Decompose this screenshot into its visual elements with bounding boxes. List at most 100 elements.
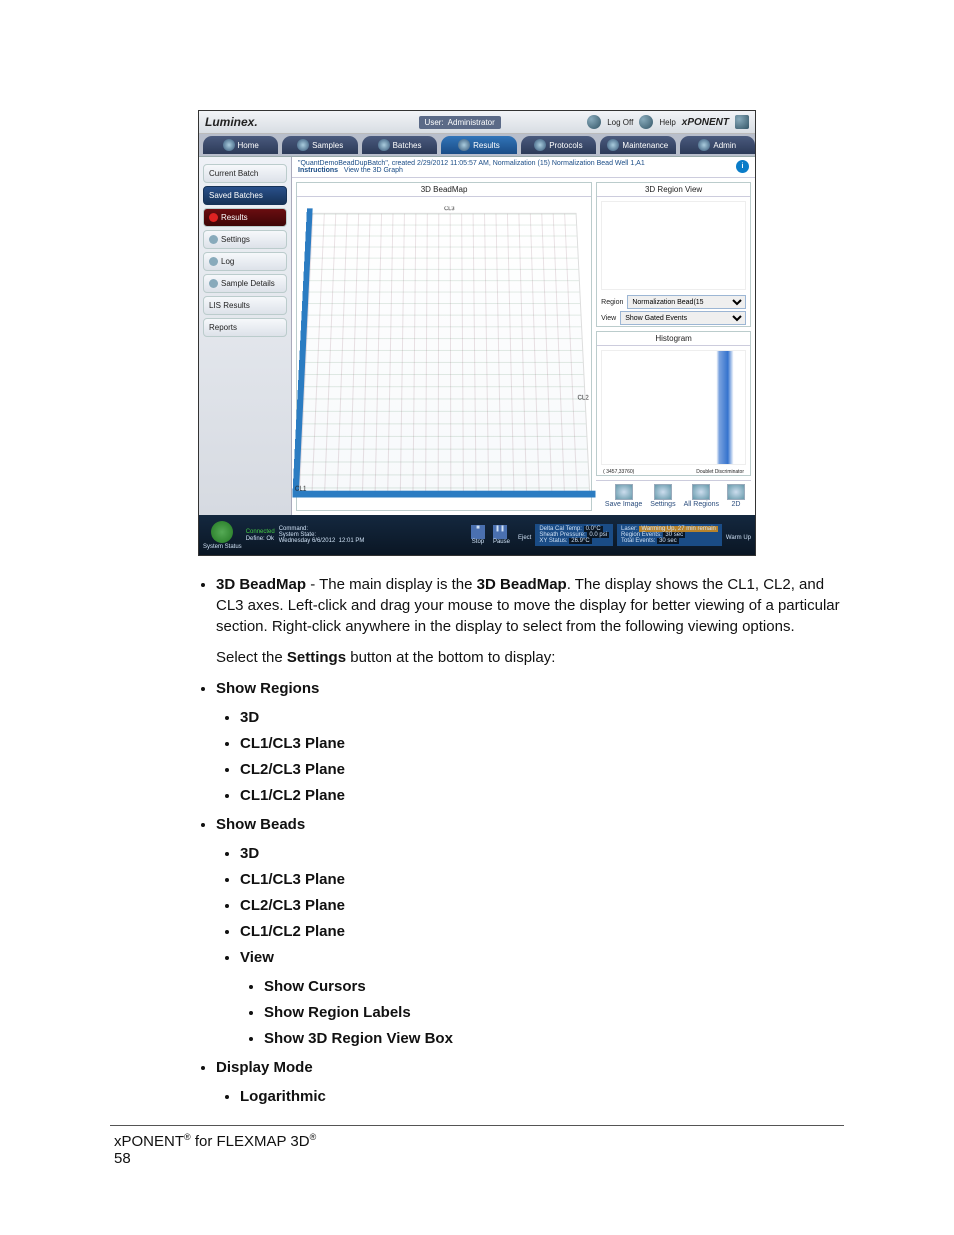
list-item: Show Regions 3D CL1/CL3 Plane CL2/CL3 Pl… (216, 678, 844, 806)
text: Show Beads (216, 816, 305, 833)
text: 3D (240, 845, 259, 862)
save-image-button[interactable]: Save Image (605, 484, 642, 508)
sidebar-item-label: Settings (221, 235, 250, 244)
sidebar-item-label: LIS Results (209, 301, 250, 310)
axis-label-cl1: CL1 (295, 486, 307, 493)
page-number: 58 (114, 1150, 131, 1167)
sidebar-item-label: Reports (209, 323, 237, 332)
region-select[interactable]: Normalization Bead(15 (627, 295, 746, 309)
tab-samples[interactable]: Samples (282, 136, 357, 154)
user-badge: User: Administrator (419, 116, 501, 129)
text: Show Regions (216, 680, 319, 697)
info-icon[interactable]: i (736, 160, 749, 173)
text: Show Region Labels (264, 1004, 411, 1021)
sidebar-item-label: Current Batch (209, 169, 258, 178)
histogram-graph[interactable] (601, 350, 746, 465)
sidebar-item-lis-results[interactable]: LIS Results (203, 296, 287, 315)
text: Display Mode (216, 1059, 313, 1076)
settings-button[interactable]: Settings (650, 484, 675, 508)
sidebar-item-saved-batches[interactable]: Saved Batches (203, 186, 287, 205)
stop-icon[interactable]: ■ (471, 525, 485, 539)
help-icon[interactable] (639, 115, 653, 129)
pause-icon[interactable]: ❚❚ (493, 525, 507, 539)
grid-icon (692, 484, 710, 500)
3d-beadmap-graph[interactable]: CL3 CL1 CL2 (298, 213, 590, 492)
text: CL1/CL2 Plane (240, 787, 345, 804)
samples-icon (297, 139, 309, 151)
help-button[interactable]: Help (659, 118, 675, 127)
text: Logarithmic (240, 1088, 326, 1105)
view-label: View (601, 315, 616, 322)
footer-product-1: xPONENT (114, 1133, 184, 1150)
view-select[interactable]: Show Gated Events (620, 311, 746, 325)
tab-batches[interactable]: Batches (362, 136, 437, 154)
sidebar-item-sample-details[interactable]: Sample Details (203, 274, 287, 293)
all-regions-button[interactable]: All Regions (684, 484, 719, 508)
sidebar-item-settings[interactable]: Settings (203, 230, 287, 249)
text: CL2/CL3 Plane (240, 761, 345, 778)
list-item: CL1/CL2 Plane (240, 785, 844, 806)
window-header: Luminex. User: Administrator Log Off Hel… (199, 111, 755, 134)
time-text: 12:01 PM (339, 538, 365, 544)
protocols-icon (534, 139, 546, 151)
maintenance-icon (607, 139, 619, 151)
sidebar-item-label: Saved Batches (209, 191, 263, 200)
sidebar-item-results[interactable]: Results (203, 208, 287, 227)
list-item: 3D (240, 707, 844, 728)
save-icon (615, 484, 633, 500)
stat-value: 30 sec (657, 538, 679, 544)
text: View (240, 949, 274, 966)
sidebar-item-log[interactable]: Log (203, 252, 287, 271)
list-item: CL2/CL3 Plane (240, 759, 844, 780)
batches-icon (378, 139, 390, 151)
sidebar-item-current-batch[interactable]: Current Batch (203, 164, 287, 183)
panel-title: 3D BeadMap (297, 183, 591, 197)
document-body: 3D BeadMap - The main display is the 3D … (110, 574, 844, 1107)
xponent-brand: xPONENT (682, 117, 729, 128)
reg-mark: ® (310, 1132, 317, 1142)
histogram-panel: Histogram ( 3457,33760) Doublet Discrimi… (596, 331, 751, 476)
text: Select the (216, 649, 287, 666)
nav-label: Protocols (549, 141, 582, 150)
text: - The main display is the (306, 576, 477, 593)
nav-label: Samples (312, 141, 343, 150)
tab-maintenance[interactable]: Maintenance (600, 136, 675, 154)
define-label: Define: Ok (246, 536, 275, 542)
paragraph: Select the Settings button at the bottom… (216, 647, 844, 668)
window-control-icon[interactable] (735, 115, 749, 129)
logoff-button[interactable]: Log Off (607, 118, 633, 127)
main-nav: Home Samples Batches Results Protocols M… (199, 134, 755, 157)
tab-protocols[interactable]: Protocols (521, 136, 596, 154)
tab-home[interactable]: Home (203, 136, 278, 154)
text: Show 3D Region View Box (264, 1030, 453, 1047)
dot-icon (209, 279, 218, 288)
date-text: Wednesday 6/6/2012 (279, 538, 336, 544)
admin-icon (698, 139, 710, 151)
connected-label: Connected (246, 529, 275, 535)
sidebar-item-reports[interactable]: Reports (203, 318, 287, 337)
nav-label: Maintenance (622, 141, 668, 150)
sidebar-item-label: Results (221, 213, 248, 222)
sidebar-item-label: Log (221, 257, 234, 266)
2d-button[interactable]: 2D (727, 484, 745, 508)
bold-term: 3D BeadMap (216, 576, 306, 593)
tab-results[interactable]: Results (441, 136, 516, 154)
tab-admin[interactable]: Admin (680, 136, 755, 154)
list-item: CL1/CL3 Plane (240, 733, 844, 754)
reg-mark: ® (184, 1132, 191, 1142)
luminex-logo: Luminex. (205, 115, 258, 129)
toolbar-label: Save Image (605, 501, 642, 508)
logoff-icon[interactable] (587, 115, 601, 129)
region-view-panel: 3D Region View Region Normalization Bead… (596, 182, 751, 327)
software-screenshot: Luminex. User: Administrator Log Off Hel… (198, 110, 756, 556)
nav-label: Results (473, 141, 500, 150)
axis-label-cl2: CL2 (577, 396, 589, 402)
list-item: Show 3D Region View Box (264, 1028, 844, 1049)
nav-label: Admin (713, 141, 736, 150)
list-item: View Show Cursors Show Region Labels Sho… (240, 947, 844, 1049)
text: 3D (240, 709, 259, 726)
toolbar-label: 2D (732, 501, 741, 508)
home-icon (223, 139, 235, 151)
region-view-graph[interactable] (601, 201, 746, 290)
text: CL1/CL2 Plane (240, 923, 345, 940)
